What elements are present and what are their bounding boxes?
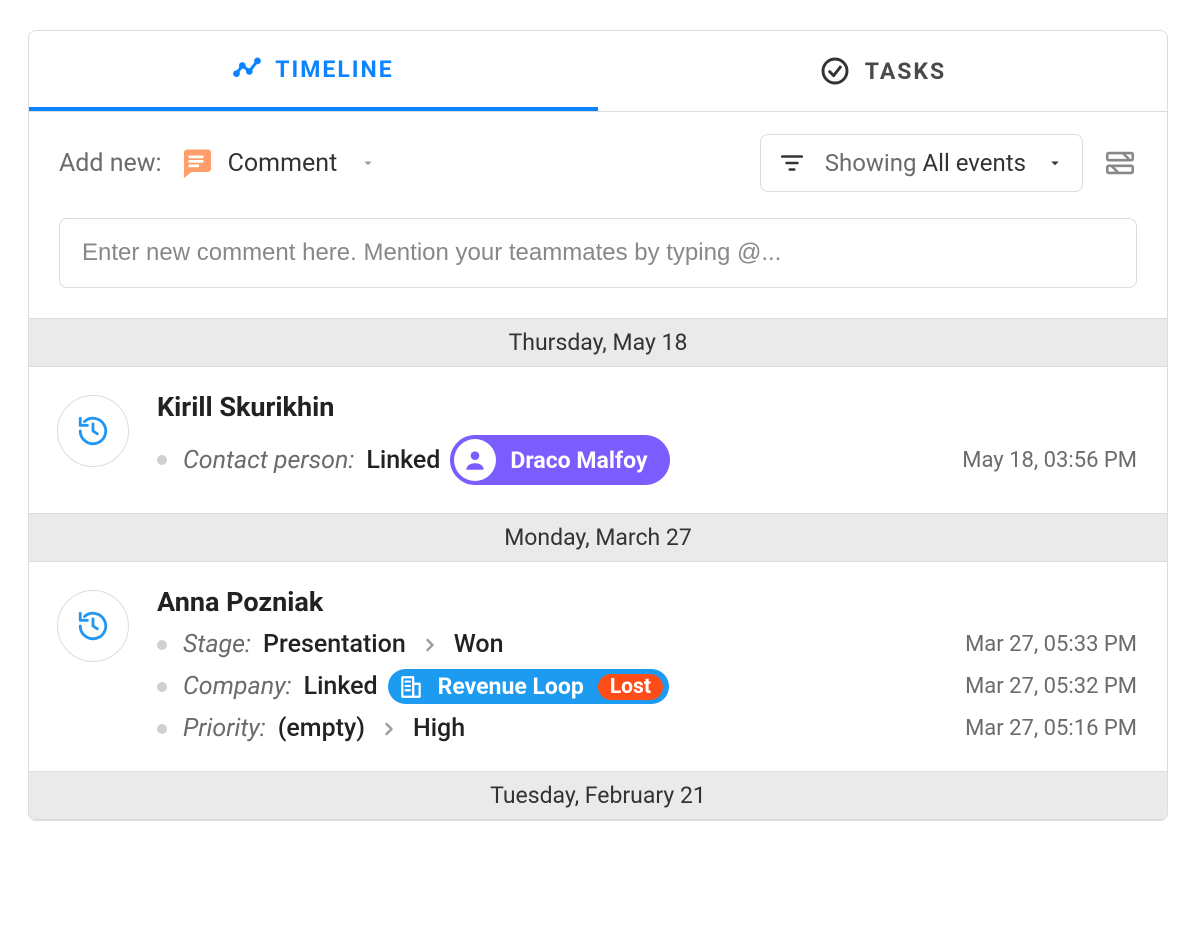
linked-word: Linked: [304, 672, 378, 701]
building-icon: [398, 674, 424, 700]
event-timestamp: Mar 27, 05:16 PM: [965, 716, 1137, 741]
filter-text: Showing All events: [825, 149, 1026, 177]
field-label: Contact person:: [183, 446, 354, 475]
event-group: Kirill Skurikhin Contact person: Linked …: [29, 367, 1167, 513]
event-user: Kirill Skurikhin: [157, 391, 1137, 423]
addnew-dropdown[interactable]: [359, 154, 377, 172]
check-circle-icon: [819, 55, 851, 87]
company-pill[interactable]: Revenue Loop Lost: [388, 669, 669, 704]
comment-bubble-icon: [178, 145, 214, 181]
contact-pill[interactable]: Draco Malfoy: [450, 435, 669, 485]
event-timestamp: Mar 27, 05:32 PM: [965, 674, 1137, 699]
chevron-right-icon: [379, 719, 399, 739]
event-body: Anna Pozniak Stage: Presentation Won Mar…: [157, 562, 1167, 771]
panel: TIMELINE TASKS Add new: Comment Showing …: [28, 30, 1168, 821]
filter-prefix: Showing: [825, 149, 923, 177]
status-badge-lost: Lost: [598, 674, 663, 700]
field-label: Priority:: [183, 714, 266, 743]
linked-word: Linked: [366, 446, 440, 475]
value-to: High: [413, 714, 465, 743]
event-timestamp: May 18, 03:56 PM: [962, 448, 1137, 473]
value-from: (empty): [278, 714, 365, 743]
chevron-right-icon: [420, 635, 440, 655]
toolbar: Add new: Comment Showing All events: [29, 112, 1167, 202]
event-row: Stage: Presentation Won Mar 27, 05:33 PM: [157, 630, 1137, 659]
history-icon: [57, 590, 129, 662]
event-icon-col: [29, 367, 157, 513]
event-row: Contact person: Linked Draco Malfoy May …: [157, 435, 1137, 485]
filter-icon: [779, 150, 805, 176]
company-pill-text: Revenue Loop: [438, 673, 584, 700]
settings-sliders-icon[interactable]: [1103, 146, 1137, 180]
bullet-icon: [157, 682, 167, 692]
chevron-down-icon: [1046, 154, 1064, 172]
event-group: Anna Pozniak Stage: Presentation Won Mar…: [29, 562, 1167, 771]
filter-dropdown[interactable]: Showing All events: [760, 134, 1083, 192]
tab-timeline[interactable]: TIMELINE: [29, 31, 598, 111]
addnew-type-label: Comment: [228, 149, 338, 178]
event-icon-col: [29, 562, 157, 771]
field-label: Company:: [183, 672, 292, 701]
tab-tasks-label: TASKS: [865, 58, 946, 85]
history-icon: [57, 395, 129, 467]
filter-value: All events: [922, 149, 1026, 177]
value-from: Presentation: [263, 630, 406, 659]
comment-input[interactable]: [59, 218, 1137, 288]
value-to: Won: [454, 630, 504, 659]
addnew-label: Add new:: [59, 149, 162, 178]
tabs-bar: TIMELINE TASKS: [29, 31, 1167, 112]
person-icon: [454, 439, 496, 481]
bullet-icon: [157, 640, 167, 650]
contact-pill-text: Draco Malfoy: [510, 447, 647, 474]
tab-timeline-label: TIMELINE: [275, 56, 393, 83]
event-row: Company: Linked Revenue Loop Lost Mar 27…: [157, 669, 1137, 704]
bullet-icon: [157, 724, 167, 734]
comment-input-wrap: [29, 202, 1167, 318]
event-row: Priority: (empty) High Mar 27, 05:16 PM: [157, 714, 1137, 743]
date-header: Thursday, May 18: [29, 318, 1167, 367]
event-timestamp: Mar 27, 05:33 PM: [965, 632, 1137, 657]
tab-tasks[interactable]: TASKS: [598, 31, 1167, 111]
field-label: Stage:: [183, 630, 251, 659]
date-header: Monday, March 27: [29, 513, 1167, 562]
timeline-icon: [233, 55, 261, 83]
event-user: Anna Pozniak: [157, 586, 1137, 618]
date-header: Tuesday, February 21: [29, 771, 1167, 820]
bullet-icon: [157, 455, 167, 465]
event-body: Kirill Skurikhin Contact person: Linked …: [157, 367, 1167, 513]
